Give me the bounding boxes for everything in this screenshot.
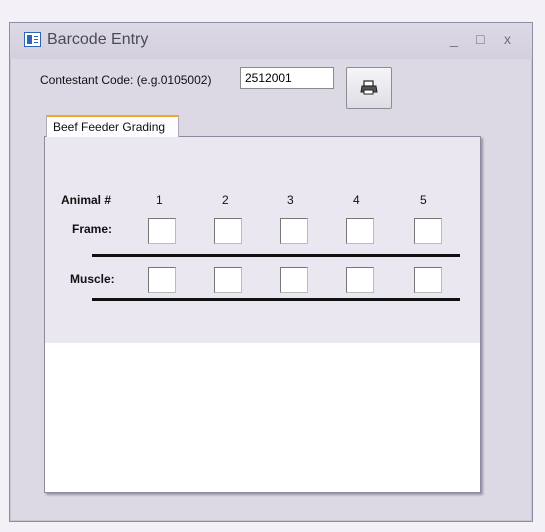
maximize-button[interactable]: □ bbox=[476, 31, 484, 47]
animal-number-1: 1 bbox=[156, 193, 163, 207]
minimize-button[interactable]: _ bbox=[450, 31, 458, 47]
frame-input-4[interactable] bbox=[346, 218, 374, 244]
muscle-label: Muscle: bbox=[70, 272, 115, 286]
muscle-input-5[interactable] bbox=[414, 267, 442, 293]
frame-input-2[interactable] bbox=[214, 218, 242, 244]
frame-input-3[interactable] bbox=[280, 218, 308, 244]
close-button[interactable]: x bbox=[504, 31, 511, 47]
barcode-entry-window: Barcode Entry _ □ x Contestant Code: (e.… bbox=[9, 22, 533, 522]
frame-input-1[interactable] bbox=[148, 218, 176, 244]
tab-beef-feeder-grading[interactable]: Beef Feeder Grading bbox=[46, 115, 179, 137]
animal-number-5: 5 bbox=[420, 193, 427, 207]
muscle-divider bbox=[92, 298, 460, 301]
frame-label: Frame: bbox=[72, 222, 113, 236]
animal-number-label: Animal # bbox=[61, 193, 112, 207]
print-button[interactable] bbox=[346, 67, 392, 109]
animal-number-3: 3 bbox=[287, 193, 294, 207]
frame-input-5[interactable] bbox=[414, 218, 442, 244]
contestant-code-label: Contestant Code: (e.g.0105002) bbox=[40, 73, 212, 87]
printer-icon bbox=[360, 80, 378, 95]
form-icon bbox=[24, 32, 41, 47]
animal-number-4: 4 bbox=[353, 193, 360, 207]
title-bar[interactable]: Barcode Entry _ □ x bbox=[10, 23, 532, 59]
muscle-input-3[interactable] bbox=[280, 267, 308, 293]
muscle-input-1[interactable] bbox=[148, 267, 176, 293]
grading-section: Animal # 1 2 3 4 5 Frame: Muscle: bbox=[45, 137, 480, 343]
muscle-input-4[interactable] bbox=[346, 267, 374, 293]
contestant-code-input[interactable] bbox=[240, 67, 334, 89]
muscle-input-2[interactable] bbox=[214, 267, 242, 293]
window-title: Barcode Entry bbox=[47, 31, 149, 48]
animal-number-2: 2 bbox=[222, 193, 229, 207]
frame-divider bbox=[92, 254, 460, 257]
tab-panel: Animal # 1 2 3 4 5 Frame: Muscle: bbox=[44, 136, 481, 493]
